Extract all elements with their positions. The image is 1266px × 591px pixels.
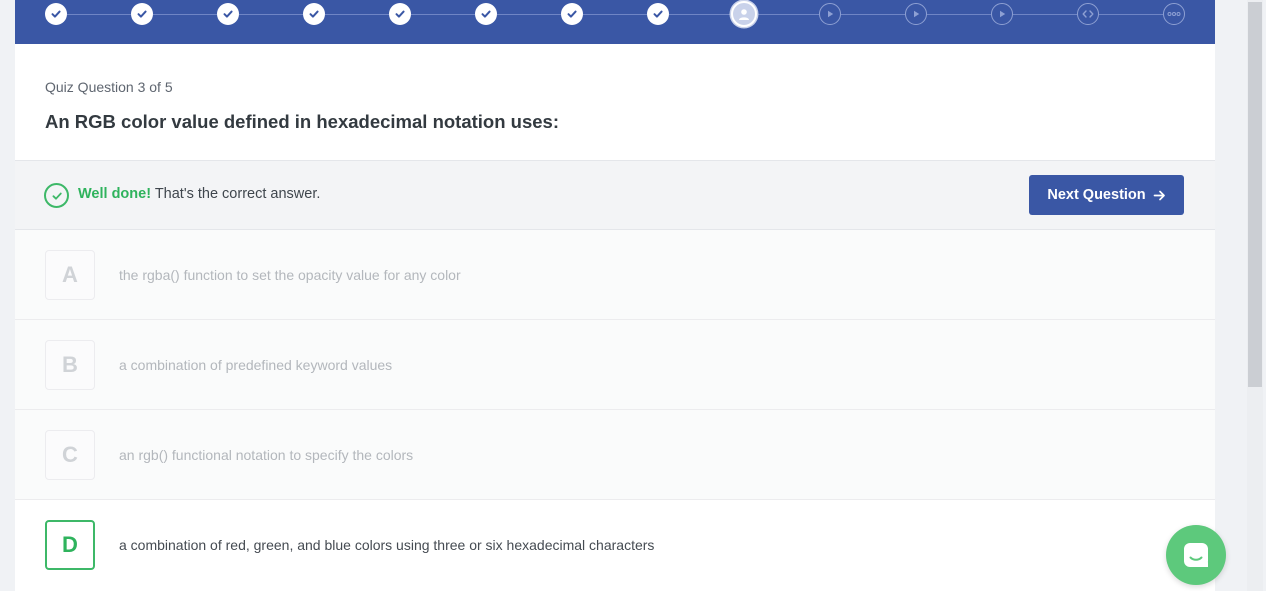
progress-step-1[interactable] — [45, 3, 67, 25]
question-counter: Quiz Question 3 of 5 — [45, 79, 173, 95]
check-circle-icon — [44, 183, 69, 208]
scrollbar[interactable] — [1247, 0, 1263, 591]
progress-connector — [1013, 14, 1077, 15]
question-title: An RGB color value defined in hexadecima… — [45, 111, 559, 132]
play-icon — [828, 10, 834, 18]
progress-step-10[interactable] — [819, 3, 841, 25]
progress-bar — [15, 0, 1215, 44]
feedback-banner: Well done! That's the correct answer. Ne… — [15, 160, 1215, 230]
option-letter: C — [45, 430, 95, 480]
progress-connector — [583, 14, 647, 15]
progress-connector — [755, 14, 819, 15]
next-question-label: Next Question — [1047, 187, 1146, 203]
progress-step-13[interactable] — [1077, 3, 1099, 25]
answer-option-a[interactable]: A the rgba() function to set the opacity… — [15, 230, 1215, 320]
progress-connector — [927, 14, 991, 15]
feedback-text: Well done! That's the correct answer. — [78, 186, 320, 202]
check-icon — [481, 10, 491, 18]
progress-connector — [669, 14, 733, 15]
option-text: a combination of red, green, and blue co… — [119, 537, 655, 553]
next-question-button[interactable]: Next Question — [1029, 175, 1184, 215]
play-icon — [1000, 10, 1006, 18]
progress-connector — [411, 14, 475, 15]
progress-connector — [841, 14, 905, 15]
option-letter: B — [45, 340, 95, 390]
progress-connector — [67, 14, 131, 15]
option-text: the rgba() function to set the opacity v… — [119, 267, 461, 283]
progress-step-6[interactable] — [475, 3, 497, 25]
question-header: Quiz Question 3 of 5 An RGB color value … — [15, 44, 1215, 160]
progress-step-8[interactable] — [647, 3, 669, 25]
check-icon — [395, 10, 405, 18]
feedback-strong: Well done! — [78, 186, 152, 202]
check-icon — [137, 10, 147, 18]
chat-icon — [1184, 543, 1208, 567]
check-icon — [567, 10, 577, 18]
answer-option-d[interactable]: D a combination of red, green, and blue … — [15, 500, 1215, 590]
more-icon — [1167, 12, 1181, 16]
scrollbar-thumb[interactable] — [1248, 2, 1262, 387]
progress-step-3[interactable] — [217, 3, 239, 25]
progress-step-14[interactable] — [1163, 3, 1185, 25]
progress-step-5[interactable] — [389, 3, 411, 25]
play-icon — [914, 10, 920, 18]
code-icon — [1082, 10, 1094, 18]
arrow-right-icon — [1153, 190, 1165, 200]
answer-option-c[interactable]: C an rgb() functional notation to specif… — [15, 410, 1215, 500]
progress-step-4[interactable] — [303, 3, 325, 25]
progress-step-2[interactable] — [131, 3, 153, 25]
quiz-card: Quiz Question 3 of 5 An RGB color value … — [15, 0, 1215, 591]
progress-step-12[interactable] — [991, 3, 1013, 25]
check-icon — [51, 10, 61, 18]
check-icon — [223, 10, 233, 18]
progress-connector — [497, 14, 561, 15]
answer-option-b[interactable]: B a combination of predefined keyword va… — [15, 320, 1215, 410]
progress-step-11[interactable] — [905, 3, 927, 25]
progress-connector — [1099, 14, 1163, 15]
chat-launcher-button[interactable] — [1166, 525, 1226, 585]
user-icon — [739, 9, 749, 20]
progress-connector — [153, 14, 217, 15]
feedback-message: That's the correct answer. — [151, 186, 321, 202]
progress-connector — [325, 14, 389, 15]
progress-step-9[interactable] — [731, 1, 757, 27]
progress-connector — [239, 14, 303, 15]
option-text: an rgb() functional notation to specify … — [119, 447, 414, 463]
option-letter: D — [45, 520, 95, 570]
option-text: a combination of predefined keyword valu… — [119, 357, 393, 373]
check-icon — [653, 10, 663, 18]
check-icon — [309, 10, 319, 18]
progress-step-7[interactable] — [561, 3, 583, 25]
option-letter: A — [45, 250, 95, 300]
